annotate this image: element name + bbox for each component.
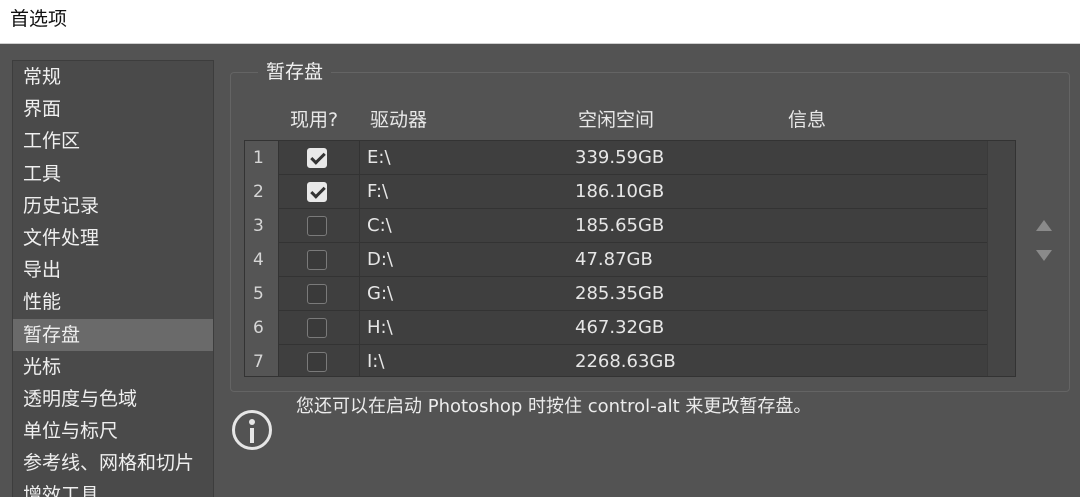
free-space-value: 339.59GB <box>575 147 665 168</box>
drive-label: C:\ <box>367 215 392 236</box>
row-number: 2 <box>245 175 279 209</box>
sidebar-item-performance[interactable]: 性能 <box>13 286 213 318</box>
sidebar-item-transparency-gamut[interactable]: 透明度与色域 <box>13 383 213 415</box>
free-space-value: 285.35GB <box>575 283 665 304</box>
sidebar-item-tools[interactable]: 工具 <box>13 158 213 190</box>
sidebar-item-guides-grid-slices[interactable]: 参考线、网格和切片 <box>13 447 213 479</box>
sidebar-item-interface[interactable]: 界面 <box>13 93 213 125</box>
row-number: 6 <box>245 311 279 345</box>
sidebar-item-plugins[interactable]: 增效工具 <box>13 479 213 497</box>
table-row[interactable]: 5 G:\ 285.35GB <box>245 277 1015 311</box>
free-space-value: 467.32GB <box>575 317 665 338</box>
active-checkbox[interactable] <box>307 216 327 236</box>
sidebar-item-file-handling[interactable]: 文件处理 <box>13 222 213 254</box>
window-title: 首选项 <box>0 0 1080 44</box>
sidebar-item-history[interactable]: 历史记录 <box>13 190 213 222</box>
drive-label: H:\ <box>367 317 393 338</box>
free-space-value: 47.87GB <box>575 249 653 270</box>
column-header-info: 信息 <box>788 109 827 131</box>
checkbox-cell <box>280 175 360 209</box>
table-row[interactable]: 2 F:\ 186.10GB <box>245 175 1015 209</box>
info-circle-icon <box>232 410 272 450</box>
drive-label: F:\ <box>367 181 389 202</box>
free-space-value: 2268.63GB <box>575 351 676 372</box>
table-row[interactable]: 3 C:\ 185.65GB <box>245 209 1015 243</box>
active-checkbox[interactable] <box>307 148 327 168</box>
sidebar-item-export[interactable]: 导出 <box>13 254 213 286</box>
row-number: 5 <box>245 277 279 311</box>
checkbox-cell <box>280 243 360 277</box>
sidebar-item-scratch-disks[interactable]: 暂存盘 <box>13 318 213 351</box>
triangle-down-icon[interactable] <box>1036 250 1052 261</box>
preferences-sidebar: 常规 界面 工作区 工具 历史记录 文件处理 导出 性能 暂存盘 光标 透明度与… <box>12 60 214 497</box>
active-checkbox[interactable] <box>307 352 327 372</box>
checkbox-cell <box>280 277 360 311</box>
row-number: 1 <box>245 141 279 175</box>
sidebar-item-workspace[interactable]: 工作区 <box>13 125 213 157</box>
column-header-drive: 驱动器 <box>370 109 428 131</box>
column-header-free-space: 空闲空间 <box>578 109 655 131</box>
drive-label: E:\ <box>367 147 391 168</box>
table-row[interactable]: 4 D:\ 47.87GB <box>245 243 1015 277</box>
column-header-active: 现用? <box>290 109 339 131</box>
active-checkbox[interactable] <box>307 182 327 202</box>
checkbox-cell <box>280 141 360 175</box>
table-row[interactable]: 1 E:\ 339.59GB <box>245 141 1015 175</box>
checkbox-cell <box>280 209 360 243</box>
drive-label: D:\ <box>367 249 393 270</box>
table-row[interactable]: 7 I:\ 2268.63GB <box>245 345 1015 376</box>
active-checkbox[interactable] <box>307 250 327 270</box>
group-title: 暂存盘 <box>258 60 332 84</box>
drive-label: I:\ <box>367 351 385 372</box>
free-space-value: 185.65GB <box>575 215 665 236</box>
drive-label: G:\ <box>367 283 394 304</box>
row-number: 7 <box>245 345 279 376</box>
sidebar-item-units-rulers[interactable]: 单位与标尺 <box>13 415 213 447</box>
info-message: 您还可以在启动 Photoshop 时按住 control-alt 来更改暂存盘… <box>296 396 812 417</box>
row-number: 3 <box>245 209 279 243</box>
table-row[interactable]: 6 H:\ 467.32GB <box>245 311 1015 345</box>
free-space-value: 186.10GB <box>575 181 665 202</box>
scratch-disk-table: 1 E:\ 339.59GB 2 F:\ 186.10GB 3 C:\ 185.… <box>244 140 1016 377</box>
active-checkbox[interactable] <box>307 318 327 338</box>
sidebar-item-cursors[interactable]: 光标 <box>13 351 213 383</box>
checkbox-cell <box>280 345 360 376</box>
triangle-up-icon[interactable] <box>1036 220 1052 231</box>
sidebar-item-general[interactable]: 常规 <box>13 61 213 93</box>
active-checkbox[interactable] <box>307 284 327 304</box>
table-scrollbar[interactable] <box>987 141 1015 376</box>
row-number: 4 <box>245 243 279 277</box>
checkbox-cell <box>280 311 360 345</box>
